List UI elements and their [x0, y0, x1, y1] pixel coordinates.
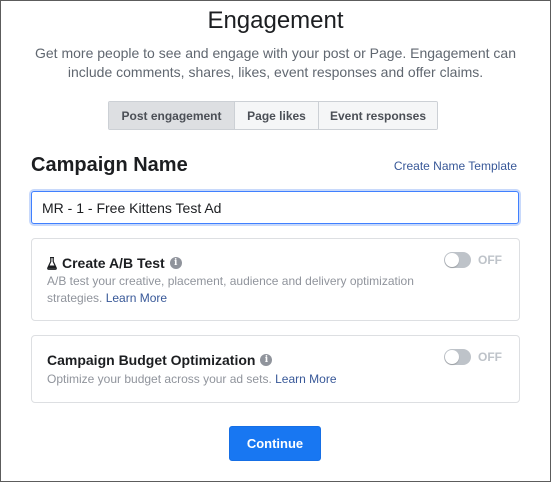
cbo-description: Optimize your budget across your ad sets…: [47, 371, 429, 388]
info-icon[interactable]: i: [169, 257, 182, 269]
ab-test-learn-more-link[interactable]: Learn More: [106, 291, 167, 305]
ab-test-title: Create A/B Test i: [47, 255, 182, 271]
engagement-dialog: Engagement Get more people to see and en…: [0, 0, 551, 482]
tab-event-responses[interactable]: Event responses: [319, 102, 437, 129]
cbo-learn-more-link[interactable]: Learn More: [275, 372, 336, 386]
campaign-name-input[interactable]: [31, 191, 519, 224]
objective-tabs: Post engagement Page likes Event respons…: [108, 101, 438, 130]
cbo-card: Campaign Budget Optimization i Optimize …: [31, 335, 520, 403]
tab-post-engagement[interactable]: Post engagement: [109, 102, 235, 129]
ab-test-description: A/B test your creative, placement, audie…: [47, 273, 429, 307]
info-icon[interactable]: i: [260, 354, 273, 366]
ab-test-card: Create A/B Test i A/B test your creative…: [31, 238, 520, 321]
toggle-knob: [445, 253, 459, 267]
ab-test-toggle[interactable]: OFF: [444, 252, 502, 268]
toggle-switch[interactable]: [444, 252, 471, 268]
cbo-desc-text: Optimize your budget across your ad sets…: [47, 372, 272, 386]
toggle-knob: [445, 350, 459, 364]
page-subtitle: Get more people to see and engage with y…: [35, 45, 516, 80]
toggle-switch[interactable]: [444, 349, 471, 365]
ab-test-desc-text: A/B test your creative, placement, audie…: [47, 274, 414, 305]
ab-test-title-text: Create A/B Test: [62, 255, 165, 271]
toggle-state-label: OFF: [478, 350, 502, 364]
continue-button[interactable]: Continue: [229, 426, 321, 461]
campaign-name-heading: Campaign Name: [31, 154, 188, 176]
tab-page-likes[interactable]: Page likes: [235, 102, 319, 129]
cbo-title: Campaign Budget Optimization i: [47, 352, 273, 368]
page-title: Engagement: [207, 7, 344, 34]
toggle-state-label: OFF: [478, 253, 502, 267]
cbo-toggle[interactable]: OFF: [444, 349, 502, 365]
flask-icon: [47, 256, 57, 270]
create-name-template-link[interactable]: Create Name Template: [394, 159, 517, 173]
cbo-title-text: Campaign Budget Optimization: [47, 352, 256, 368]
